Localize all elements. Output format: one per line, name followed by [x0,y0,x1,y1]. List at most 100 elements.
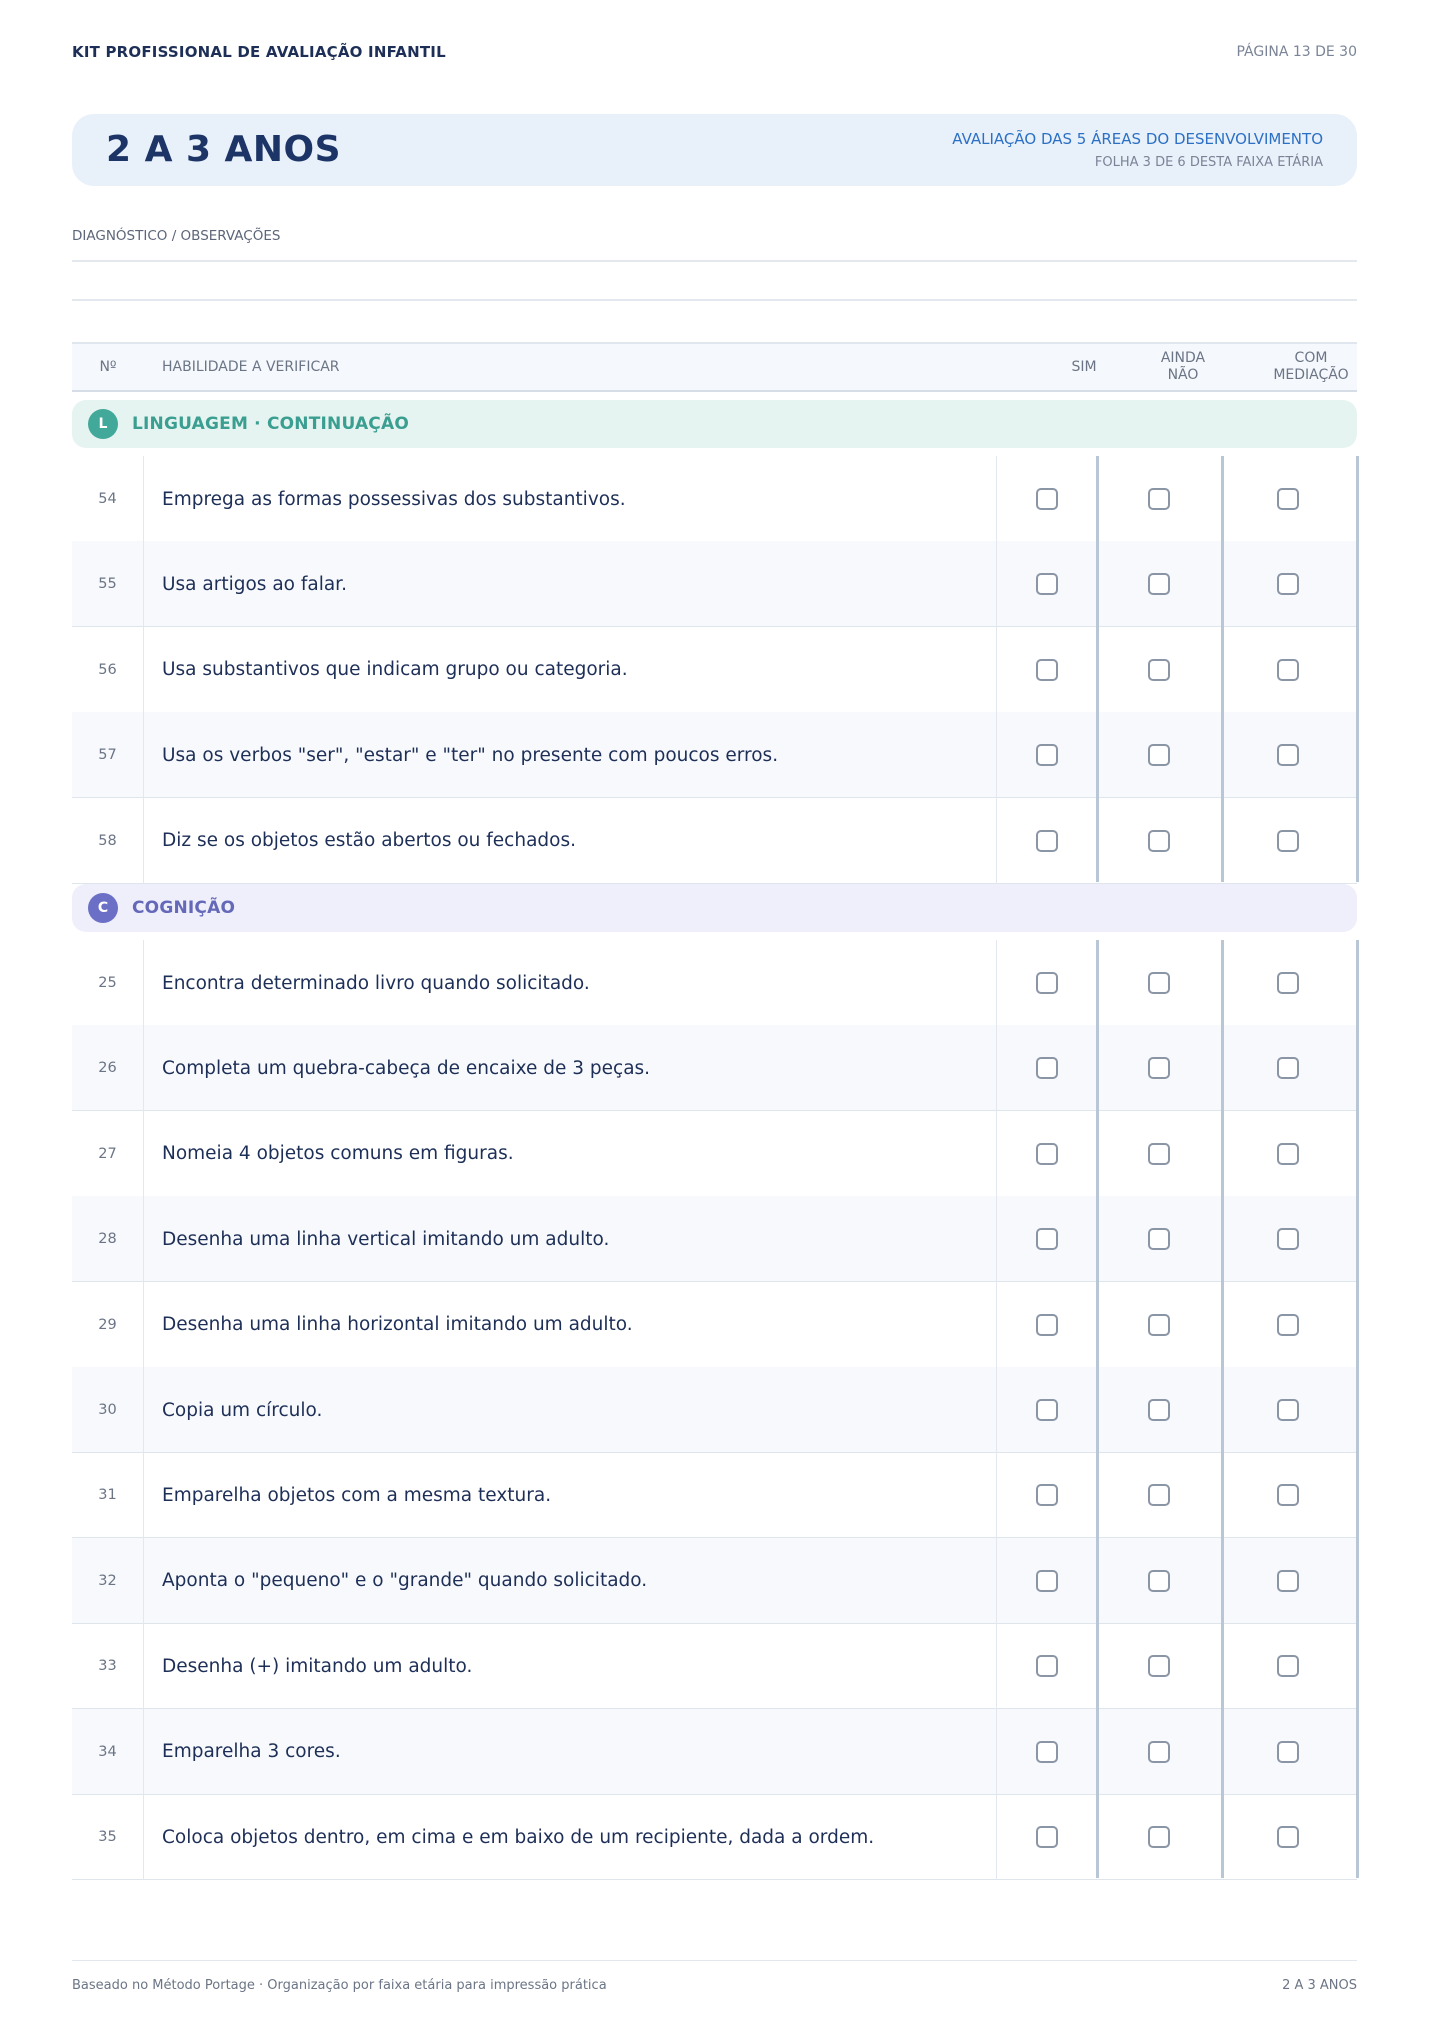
checkbox-not-yet[interactable] [1148,1655,1170,1678]
checkbox-yes[interactable] [1036,829,1058,852]
column-header-mediation-line1: COM [1294,350,1328,366]
checkbox-yes[interactable] [1036,1740,1058,1763]
checklist-row: 32 Aponta o "pequeno" e o "grande" quando… [72,1537,1357,1624]
checkbox-with-mediation[interactable] [1277,1484,1299,1507]
checklist-row: 56 Usa substantivos que indicam grupo ou … [72,626,1357,713]
section-header-cognition: C COGNIÇÃO [72,884,1357,932]
checkbox-yes[interactable] [1036,1228,1058,1251]
checklist-row: 33 Desenha (+) imitando um adulto. [72,1623,1357,1710]
observations-label: DIAGNÓSTICO / OBSERVAÇÕES [72,228,281,244]
checkbox-yes[interactable] [1036,1142,1058,1165]
checkbox-not-yet[interactable] [1148,1484,1170,1507]
column-header-mediation-line2: MEDIAÇÃO [1273,367,1349,383]
checklist-row: 26 Completa um quebra-cabeça de encaixe d… [72,1025,1357,1112]
checkbox-yes[interactable] [1036,573,1058,596]
section-title: COGNIÇÃO [132,898,236,918]
checkbox-with-mediation[interactable] [1277,658,1299,681]
footer-source: Baseado no Método Portage · Organização … [72,1978,607,1993]
checkbox-with-mediation[interactable] [1277,1655,1299,1678]
section-badge: C [88,893,118,923]
checkbox-with-mediation[interactable] [1277,1313,1299,1336]
checkbox-not-yet[interactable] [1148,1826,1170,1848]
checkbox-yes[interactable] [1036,488,1058,510]
assessment-subtitle: AVALIAÇÃO DAS 5 ÁREAS DO DESENVOLVIMENTO [952,130,1323,148]
column-separator [72,1452,997,1539]
column-separator [72,712,997,799]
column-header-not-yet-line2: NÃO [1167,367,1199,383]
checkbox-not-yet[interactable] [1148,1142,1170,1165]
column-separator [72,1708,997,1795]
column-divider [1221,456,1224,882]
checkbox-not-yet[interactable] [1148,1228,1170,1251]
checklist-row: 25 Encontra determinado livro quando soli… [72,940,1357,1026]
column-separator [72,1367,997,1453]
column-separator [72,1025,997,1112]
checkbox-with-mediation[interactable] [1277,1228,1299,1251]
checkbox-not-yet[interactable] [1148,573,1170,596]
sheet-indicator: FOLHA 3 DE 6 DESTA FAIXA ETÁRIA [1094,155,1323,170]
age-band-header: 2 A 3 ANOS AVALIAÇÃO DAS 5 ÁREAS DO DESE… [72,114,1357,186]
checkbox-with-mediation[interactable] [1277,1142,1299,1165]
column-separator [72,456,997,542]
checkbox-yes[interactable] [1036,1484,1058,1507]
footer-age-band: 2 A 3 ANOS [1282,1978,1357,1993]
column-divider [1356,456,1359,882]
observations-line[interactable] [72,299,1357,301]
checkbox-not-yet[interactable] [1148,1399,1170,1421]
checkbox-not-yet[interactable] [1148,658,1170,681]
checkbox-not-yet[interactable] [1148,488,1170,510]
checkbox-with-mediation[interactable] [1277,488,1299,510]
checklist-row: 29 Desenha uma linha horizontal imitando … [72,1281,1357,1368]
column-divider [1221,940,1224,1878]
checkbox-yes[interactable] [1036,658,1058,681]
checkbox-with-mediation[interactable] [1277,1399,1299,1421]
checkbox-yes[interactable] [1036,972,1058,994]
checkbox-not-yet[interactable] [1148,1740,1170,1763]
checkbox-yes[interactable] [1036,1399,1058,1421]
column-separator [72,797,997,884]
column-separator [72,1623,997,1710]
checkbox-not-yet[interactable] [1148,744,1170,767]
column-separator [72,541,997,628]
checkbox-yes[interactable] [1036,744,1058,767]
checklist-row: 28 Desenha uma linha vertical imitando um… [72,1196,1357,1283]
checklist-row: 35 Coloca objetos dentro, em cima e em ba… [72,1794,1357,1880]
age-band-title: 2 A 3 ANOS [106,129,342,170]
observations-line[interactable] [72,260,1357,262]
checkbox-yes[interactable] [1036,1313,1058,1336]
column-separator [72,1281,997,1368]
column-separator [72,626,997,713]
checkbox-not-yet[interactable] [1148,829,1170,852]
column-divider [1356,940,1359,1878]
checkbox-with-mediation[interactable] [1277,1569,1299,1592]
page-number: PÁGINA 13 DE 30 [1236,44,1357,60]
column-divider [1096,456,1099,882]
cognition-items: 25 Encontra determinado livro quando soli… [72,940,1357,1886]
column-separator [72,1196,997,1283]
checkbox-with-mediation[interactable] [1277,972,1299,994]
checkbox-not-yet[interactable] [1148,1569,1170,1592]
checklist-row: 31 Emparelha objetos com a mesma textura. [72,1452,1357,1539]
checkbox-with-mediation[interactable] [1277,1057,1299,1080]
checkbox-with-mediation[interactable] [1277,573,1299,596]
checkbox-with-mediation[interactable] [1277,1826,1299,1848]
checkbox-not-yet[interactable] [1148,1057,1170,1080]
column-separator [72,1537,997,1624]
column-separator [72,940,997,1026]
checklist-row: 30 Copia um círculo. [72,1367,1357,1453]
checkbox-with-mediation[interactable] [1277,1740,1299,1763]
checklist-row: 55 Usa artigos ao falar. [72,541,1357,628]
section-header-language: L LINGUAGEM · CONTINUAÇÃO [72,400,1357,448]
section-title: LINGUAGEM · CONTINUAÇÃO [132,414,409,434]
checkbox-not-yet[interactable] [1148,1313,1170,1336]
checklist-row: 57 Usa os verbos "ser", "estar" e "ter" n… [72,712,1357,799]
checkbox-yes[interactable] [1036,1826,1058,1848]
checkbox-with-mediation[interactable] [1277,744,1299,767]
checkbox-yes[interactable] [1036,1655,1058,1678]
checklist-row: 34 Emparelha 3 cores. [72,1708,1357,1795]
checkbox-yes[interactable] [1036,1057,1058,1080]
checkbox-yes[interactable] [1036,1569,1058,1592]
checkbox-with-mediation[interactable] [1277,829,1299,852]
checkbox-not-yet[interactable] [1148,972,1170,994]
column-header-mediation: COM MEDIAÇÃO [1224,344,1398,390]
